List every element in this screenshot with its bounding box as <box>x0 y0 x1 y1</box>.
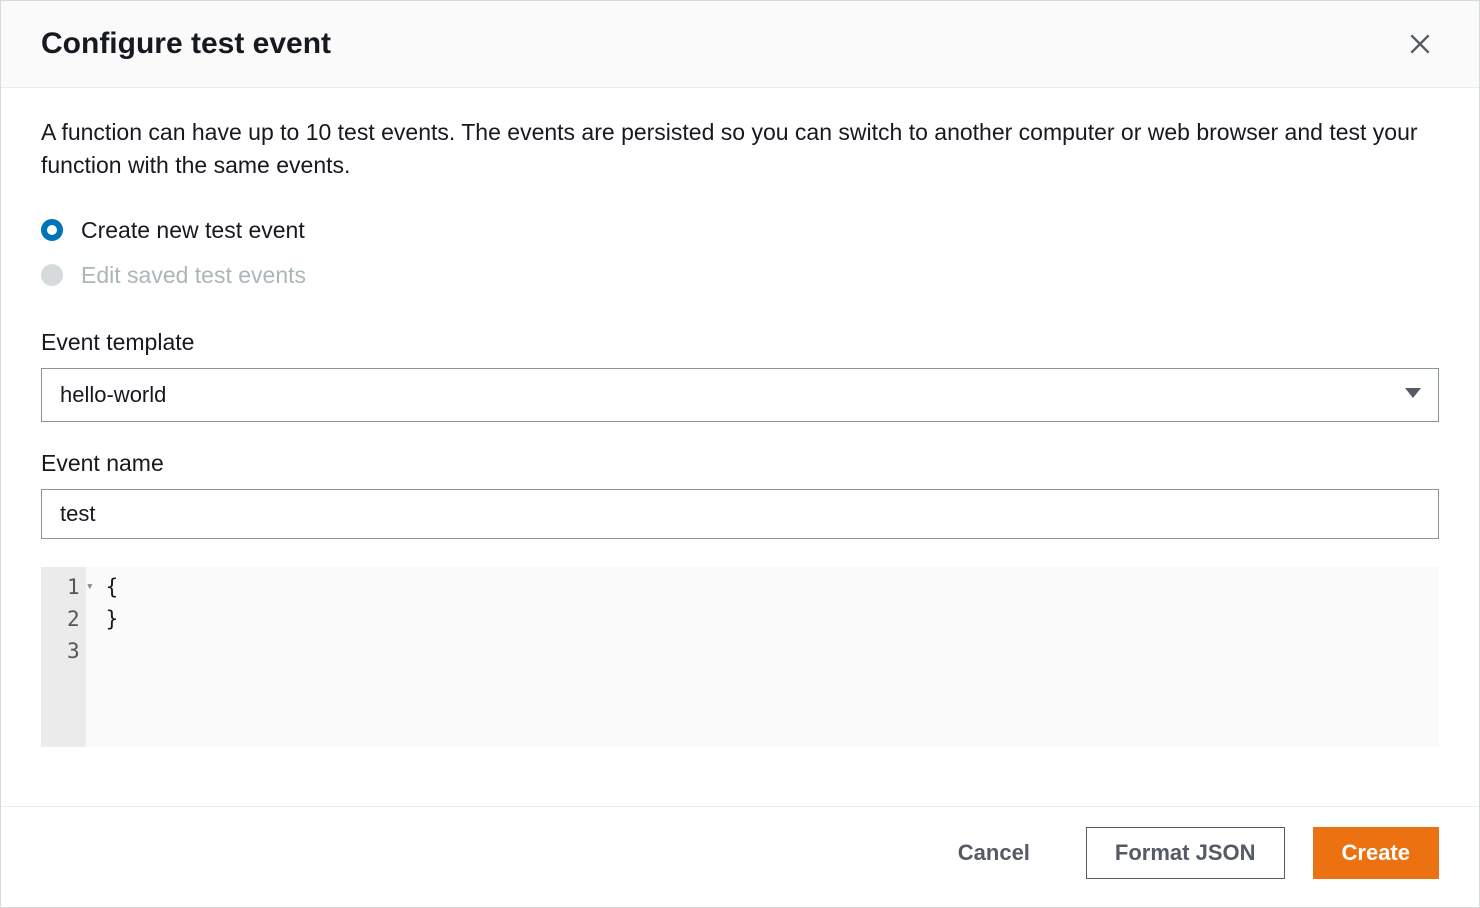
radio-disabled-icon <box>41 264 63 286</box>
code-line: { <box>86 571 1439 603</box>
event-template-select-wrap: hello-world <box>41 368 1439 422</box>
radio-create-new-test-event[interactable]: Create new test event <box>41 217 1439 244</box>
radio-edit-saved-test-events: Edit saved test events <box>41 262 1439 289</box>
create-button[interactable]: Create <box>1313 827 1439 879</box>
line-number: 2 <box>67 607 80 631</box>
gutter-line: 1 ▾ <box>67 571 80 603</box>
dialog-footer: Cancel Format JSON Create <box>1 806 1479 907</box>
json-code-editor[interactable]: 1 ▾ 2 3 { } <box>41 567 1439 747</box>
event-mode-radio-group: Create new test event Edit saved test ev… <box>41 217 1439 289</box>
configure-test-event-dialog: Configure test event A function can have… <box>0 0 1480 908</box>
code-area[interactable]: { } <box>86 567 1439 747</box>
close-icon <box>1407 45 1433 60</box>
gutter-line: 2 <box>67 603 80 635</box>
radio-label: Edit saved test events <box>81 262 306 289</box>
radio-selected-icon <box>41 219 63 241</box>
event-template-field: Event template hello-world <box>41 329 1439 422</box>
radio-label: Create new test event <box>81 217 305 244</box>
dialog-header: Configure test event <box>1 1 1479 88</box>
dialog-title: Configure test event <box>41 27 331 61</box>
event-name-field: Event name <box>41 450 1439 539</box>
dialog-description: A function can have up to 10 test events… <box>41 116 1439 183</box>
cancel-button[interactable]: Cancel <box>930 828 1058 878</box>
event-template-select[interactable]: hello-world <box>41 368 1439 422</box>
close-button[interactable] <box>1401 25 1439 63</box>
format-json-button[interactable]: Format JSON <box>1086 827 1285 879</box>
event-name-label: Event name <box>41 450 1439 477</box>
line-number: 3 <box>67 639 80 663</box>
gutter-line: 3 <box>67 635 80 667</box>
line-number: 1 <box>67 575 80 599</box>
code-line: } <box>86 603 1439 635</box>
dialog-body: A function can have up to 10 test events… <box>1 88 1479 806</box>
event-template-label: Event template <box>41 329 1439 356</box>
code-gutter: 1 ▾ 2 3 <box>41 567 86 747</box>
event-name-input[interactable] <box>41 489 1439 539</box>
event-template-value: hello-world <box>60 382 166 408</box>
